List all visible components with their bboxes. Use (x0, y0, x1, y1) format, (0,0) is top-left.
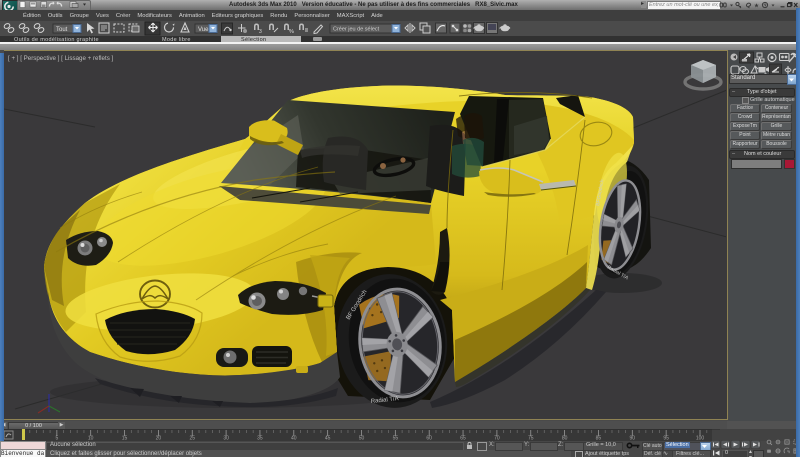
svg-text:Créer jeu de sélect: Créer jeu de sélect (333, 27, 380, 33)
svg-text:3: 3 (259, 29, 262, 35)
svg-text:Vue: Vue (198, 27, 209, 33)
svg-text:%: % (289, 29, 294, 35)
svg-text:Tout: Tout (56, 27, 68, 33)
